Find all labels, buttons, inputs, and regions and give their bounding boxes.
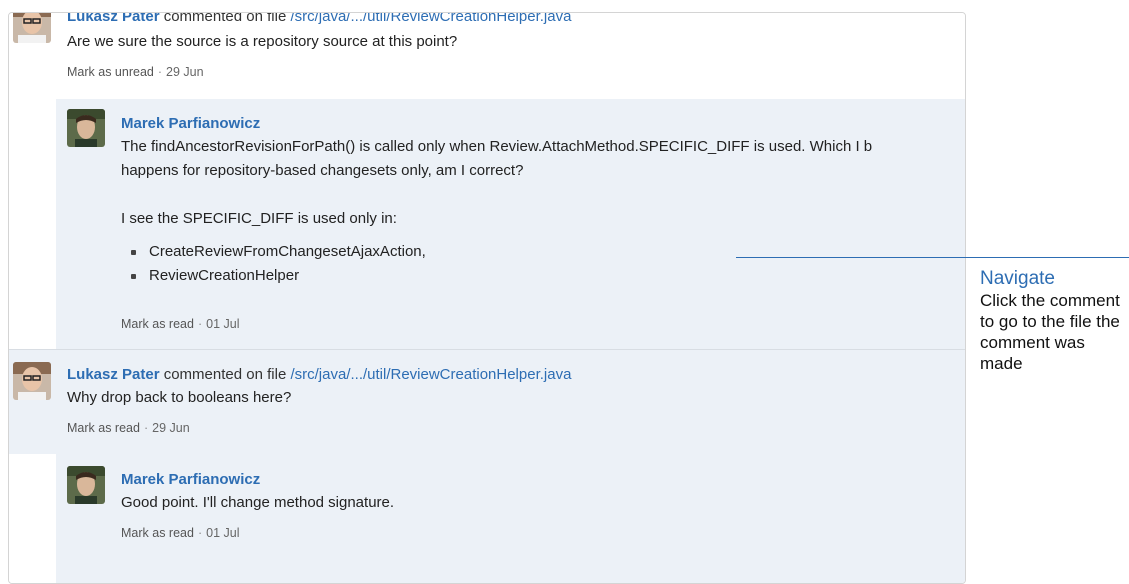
- comment-text-line: happens for repository-based changesets …: [121, 162, 524, 179]
- notification-item[interactable]: Lukasz Pater commented on file /src/java…: [9, 13, 965, 99]
- comment-text-line: I see the SPECIFIC_DIFF is used only in:: [121, 210, 397, 227]
- comment-list: CreateReviewFromChangesetAjaxAction, Rev…: [121, 240, 872, 288]
- callout-pointer-line: [736, 257, 1129, 258]
- meta-separator: ·: [197, 526, 203, 540]
- author-name[interactable]: Marek Parfianowicz: [121, 471, 260, 488]
- meta-separator: ·: [197, 317, 203, 331]
- comment-meta: Mark as read · 01 Jul: [121, 317, 239, 331]
- reply-item[interactable]: Marek Parfianowicz The findAncestorRevis…: [56, 99, 965, 349]
- avatar-marek-parfianowicz: [67, 109, 105, 147]
- avatar-lukasz-pater: [13, 362, 51, 400]
- meta-separator: ·: [143, 421, 149, 435]
- notifications-panel: Lukasz Pater commented on file /src/java…: [8, 12, 966, 584]
- comment-body: Good point. I'll change method signature…: [121, 491, 394, 515]
- mark-as-read-link[interactable]: Mark as read: [121, 526, 194, 540]
- navigate-callout: Navigate Click the comment to go to the …: [980, 268, 1129, 374]
- mark-as-read-link[interactable]: Mark as read: [121, 317, 194, 331]
- avatar-lukasz-pater: [13, 13, 51, 43]
- comment-date: 01 Jul: [206, 317, 240, 331]
- comment-meta: Mark as unread · 29 Jun: [67, 65, 204, 79]
- comment-headline: Lukasz Pater commented on file /src/java…: [67, 13, 571, 26]
- author-name[interactable]: Lukasz Pater: [67, 13, 160, 25]
- author-name[interactable]: Marek Parfianowicz: [121, 115, 260, 132]
- file-link[interactable]: /src/java/.../util/ReviewCreationHelper.…: [290, 366, 571, 383]
- reply-item[interactable]: Marek Parfianowicz Good point. I'll chan…: [56, 454, 965, 583]
- comment-text-line: The findAncestorRevisionForPath() is cal…: [121, 138, 873, 155]
- comment-meta: Mark as read · 01 Jul: [121, 526, 239, 540]
- callout-title: Navigate: [980, 268, 1055, 289]
- avatar-marek-parfianowicz: [67, 466, 105, 504]
- comment-headline: Marek Parfianowicz: [121, 115, 260, 133]
- callout-text: Click the comment to go to the file the …: [980, 291, 1120, 373]
- comment-date: 01 Jul: [206, 526, 240, 540]
- comment-meta: Mark as read · 29 Jun: [67, 421, 190, 435]
- mark-as-unread-link[interactable]: Mark as unread: [67, 65, 154, 79]
- file-link[interactable]: /src/java/.../util/ReviewCreationHelper.…: [290, 13, 571, 25]
- comment-verb: commented on file: [163, 366, 287, 383]
- comment-body: The findAncestorRevisionForPath() is cal…: [121, 135, 872, 288]
- comment-headline: Marek Parfianowicz: [121, 471, 260, 489]
- comment-date: 29 Jun: [152, 421, 190, 435]
- comment-body: Are we sure the source is a repository s…: [67, 30, 457, 54]
- meta-separator: ·: [157, 65, 163, 79]
- comment-verb: commented on file: [163, 13, 287, 25]
- comment-text: Good point. I'll change method signature…: [121, 494, 395, 511]
- comment-body: Why drop back to booleans here?: [67, 386, 291, 410]
- comment-text: Why drop back to booleans here?: [67, 389, 292, 406]
- notification-item[interactable]: Lukasz Pater commented on file /src/java…: [9, 350, 965, 454]
- comment-text: Are we sure the source is a repository s…: [67, 33, 458, 50]
- comment-date: 29 Jun: [166, 65, 204, 79]
- list-item: CreateReviewFromChangesetAjaxAction,: [130, 240, 872, 264]
- comment-headline: Lukasz Pater commented on file /src/java…: [67, 366, 571, 384]
- list-item: ReviewCreationHelper: [130, 264, 872, 288]
- author-name[interactable]: Lukasz Pater: [67, 366, 160, 383]
- mark-as-read-link[interactable]: Mark as read: [67, 421, 140, 435]
